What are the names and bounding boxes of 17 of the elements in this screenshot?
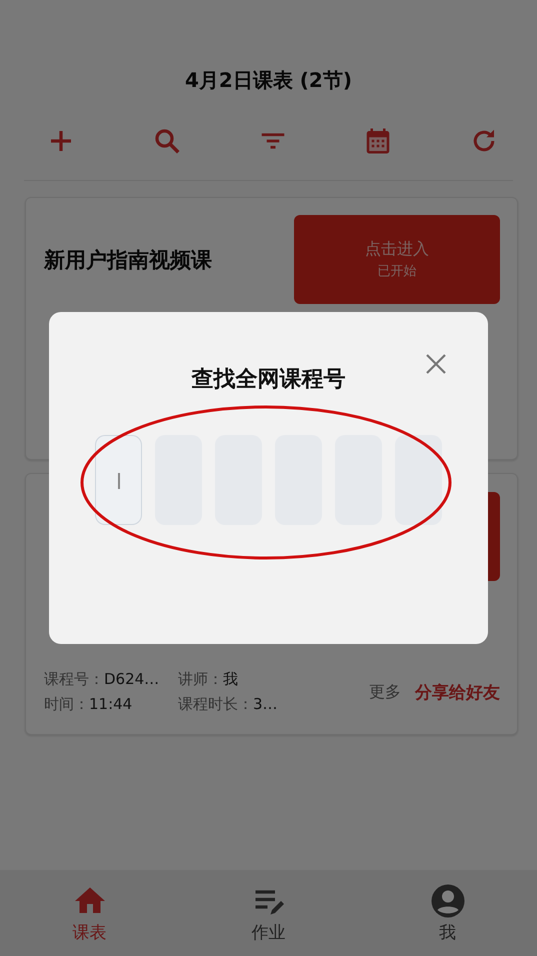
nav-tab[interactable]: 课表	[44, 882, 134, 944]
share-link[interactable]: 分享给好友	[415, 680, 500, 704]
close-icon[interactable]	[424, 352, 448, 376]
code-input-box[interactable]	[95, 435, 142, 525]
nav-tab[interactable]: 我	[402, 882, 492, 944]
course-info: 时间：11:44	[44, 695, 134, 714]
course-info: 讲师：我	[178, 670, 239, 689]
enter-button[interactable]: 点击进入 已开始	[294, 215, 500, 304]
course-title: 新用户指南视频课	[44, 246, 212, 274]
more-link[interactable]: 更多	[369, 682, 401, 702]
dialog-title: 查找全网课程号	[190, 366, 346, 394]
course-info: 课程号：D624…	[44, 670, 160, 689]
course-info: 课程时长：3…	[178, 695, 279, 714]
nav-tab[interactable]: 作业	[224, 882, 314, 944]
code-input-box[interactable]	[395, 435, 442, 525]
page-title: 4月2日课表 (2节)	[185, 67, 352, 94]
person-icon	[430, 882, 466, 918]
